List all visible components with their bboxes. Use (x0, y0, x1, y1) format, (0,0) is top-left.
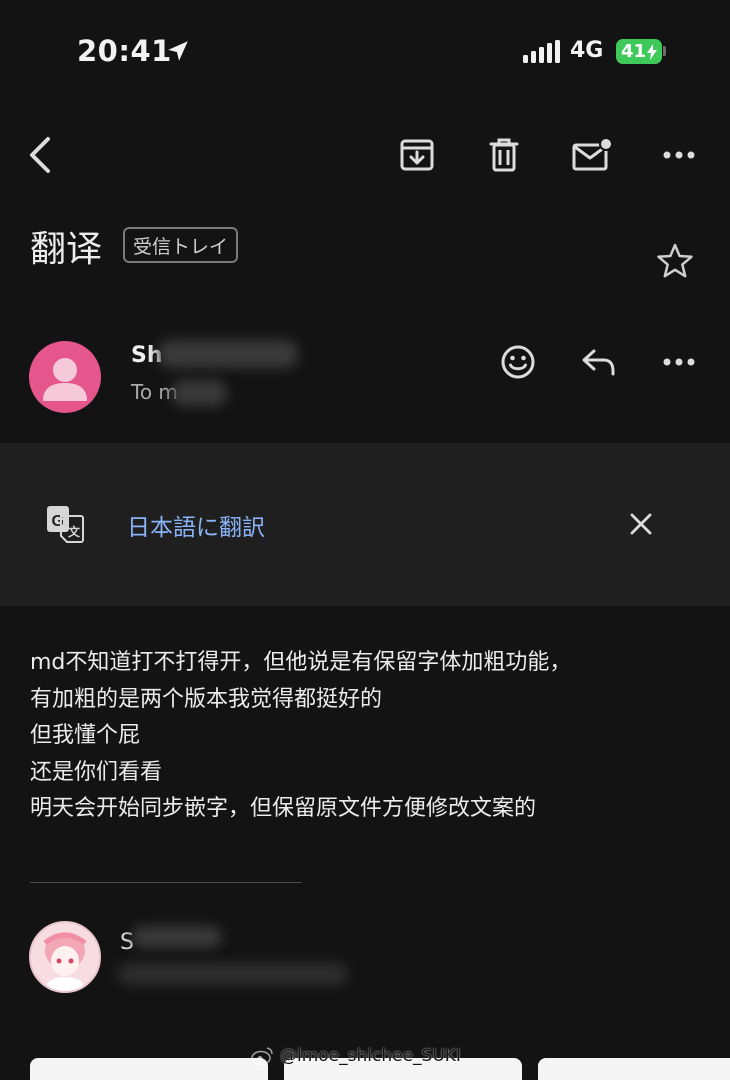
battery-level: 41 (620, 41, 647, 62)
archive-icon (400, 139, 434, 171)
star-button[interactable] (652, 238, 698, 284)
translate-to-japanese-link[interactable]: 日本語に翻訳 (127, 508, 265, 542)
signal-bars-icon (523, 40, 560, 63)
watermark-text: @lmoe_shichee_SUKI (280, 1046, 461, 1066)
sender-avatar[interactable] (29, 341, 101, 413)
close-translate-button[interactable] (617, 500, 665, 548)
weibo-icon (251, 1047, 273, 1066)
email-subject: 翻译 (30, 229, 103, 270)
more-horizontal-icon (663, 151, 695, 159)
delete-button[interactable] (480, 131, 528, 179)
battery-cap (663, 46, 666, 56)
more-options-button[interactable] (655, 131, 703, 179)
more-horizontal-icon (663, 358, 695, 366)
archive-button[interactable] (393, 131, 441, 179)
attachment-card[interactable] (30, 1058, 268, 1080)
email-screen: 20:41 4G 41 翻译 受信トレイ Sh To m G 文 日本語に翻訳 … (0, 0, 730, 1080)
mark-unread-icon (572, 137, 613, 171)
location-arrow-icon (168, 41, 188, 61)
signature-divider (30, 882, 302, 883)
redacted-reply-detail (118, 963, 348, 985)
body-line: 但我懂个屁 (30, 723, 141, 748)
battery-indicator: 41 (616, 39, 662, 64)
charging-bolt-icon (647, 43, 658, 60)
inbox-label-chip[interactable]: 受信トレイ (123, 227, 239, 263)
status-time: 20:41 (77, 34, 172, 68)
star-icon (657, 243, 693, 278)
body-line: md不知道打不打得开，但他说是有保留字体加粗功能， (30, 650, 572, 675)
watermark: @lmoe_shichee_SUKI (250, 1046, 461, 1066)
email-body: md不知道打不打得开，但他说是有保留字体加粗功能， 有加粗的是两个版本我觉得都挺… (30, 645, 710, 828)
reply-icon (582, 349, 615, 376)
network-type: 4G (570, 38, 604, 63)
emoji-icon (501, 345, 535, 379)
svg-text:文: 文 (68, 524, 81, 539)
react-emoji-button[interactable] (494, 338, 542, 386)
close-icon (630, 513, 652, 535)
body-line: 有加粗的是两个版本我觉得都挺好的 (30, 686, 383, 712)
back-button[interactable] (16, 131, 64, 179)
trash-icon (489, 138, 519, 172)
body-line: 还是你们看看 (30, 759, 163, 785)
back-icon (30, 137, 50, 173)
translate-icon: G 文 (47, 506, 84, 543)
message-more-button[interactable] (655, 338, 703, 386)
redacted-sender-name (158, 340, 298, 368)
mark-unread-button[interactable] (568, 131, 616, 179)
reply-sender-avatar[interactable] (29, 921, 101, 993)
redacted-recipient (172, 380, 227, 406)
person-icon (43, 358, 87, 401)
attachment-card[interactable] (538, 1058, 730, 1080)
anime-avatar-icon (31, 923, 99, 991)
redacted-reply-sender (132, 926, 222, 948)
recipient-line[interactable]: To m (131, 380, 178, 404)
reply-button[interactable] (575, 338, 623, 386)
body-line: 明天会开始同步嵌字，但保留原文件方便修改文案的 (30, 796, 537, 821)
status-bar: 20:41 4G 41 (0, 0, 730, 100)
